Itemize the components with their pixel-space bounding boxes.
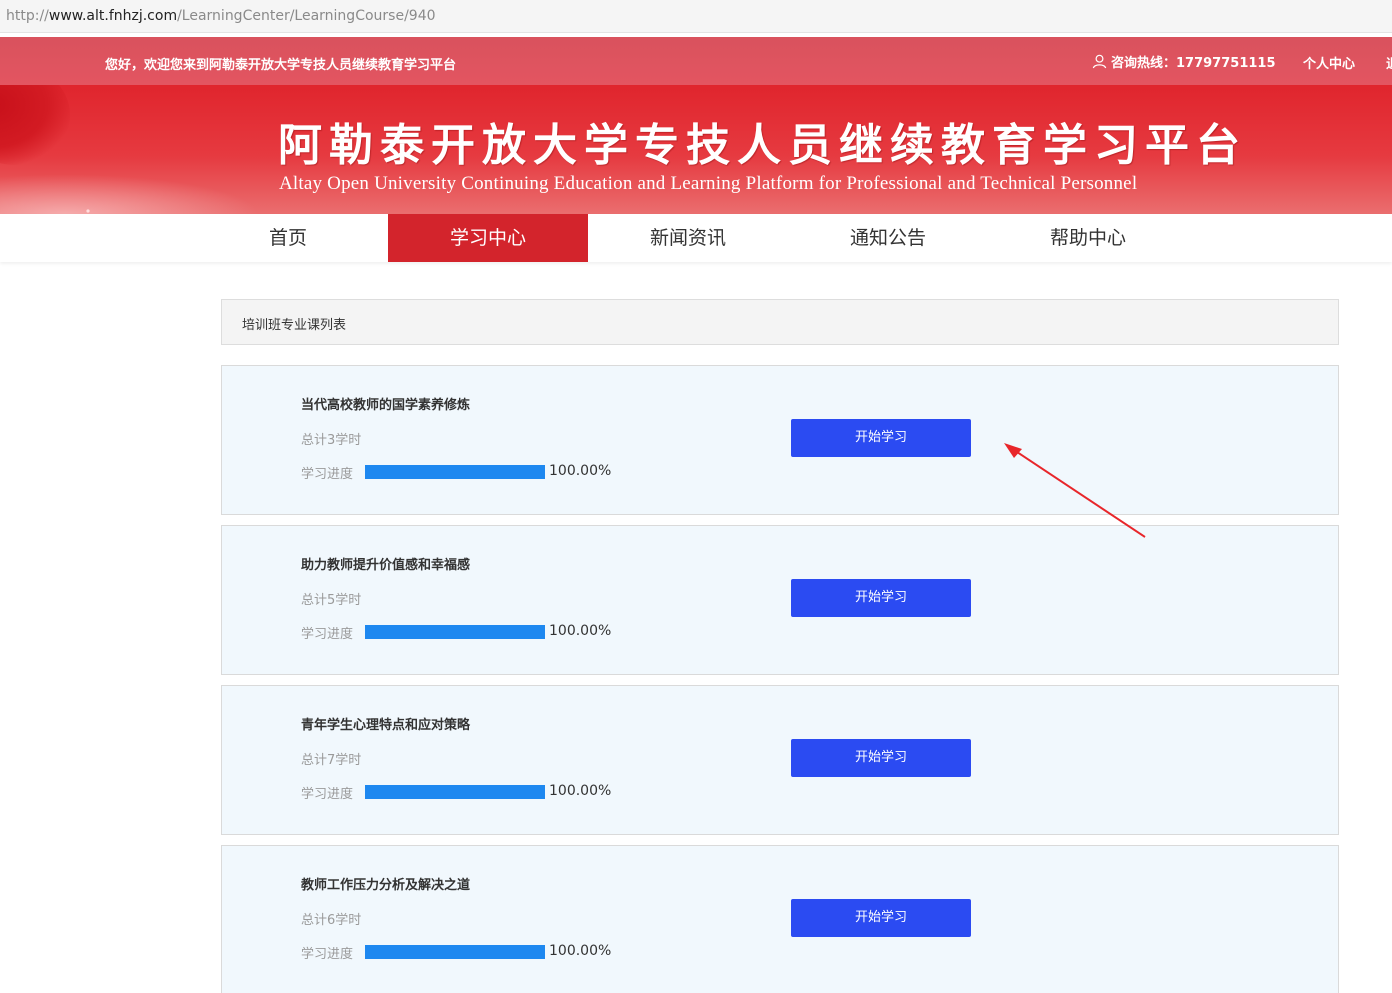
course-card: 青年学生心理特点和应对策略 总计7学时 学习进度 100.00% 开始学习 <box>221 685 1339 835</box>
url-scheme: http:// <box>6 8 49 24</box>
course-hours: 总计7学时 <box>301 753 362 768</box>
flag-decoration <box>0 85 70 165</box>
course-name: 教师工作压力分析及解决之道 <box>301 878 471 893</box>
progress-percent: 100.00% <box>549 943 612 959</box>
section-header: 培训班专业课列表 <box>221 299 1339 345</box>
nav-item-notices[interactable]: 通知公告 <box>788 214 988 262</box>
course-card: 教师工作压力分析及解决之道 总计6学时 学习进度 100.00% 开始学习 <box>221 845 1339 993</box>
start-learning-button[interactable]: 开始学习 <box>791 739 971 777</box>
small-star-icon <box>86 209 90 213</box>
course-hours: 总计6学时 <box>301 913 362 928</box>
progress-fill <box>365 465 545 479</box>
user-icon <box>1092 54 1107 69</box>
start-learning-button[interactable]: 开始学习 <box>791 579 971 617</box>
nav-item-news[interactable]: 新闻资讯 <box>588 214 788 262</box>
nav-item-home[interactable]: 首页 <box>188 214 388 262</box>
site-banner: 阿勒泰开放大学专技人员继续教育学习平台 Altay Open Universit… <box>0 85 1392 214</box>
progress-fill <box>365 945 545 959</box>
top-strip: 您好，欢迎您来到阿勒泰开放大学专技人员继续教育学习平台 咨询热线：1779775… <box>0 37 1392 85</box>
progress-fill <box>365 625 545 639</box>
progress-label: 学习进度 <box>301 947 354 962</box>
progress-label: 学习进度 <box>301 787 354 802</box>
course-name: 当代高校教师的国学素养修炼 <box>301 398 471 413</box>
progress-percent: 100.00% <box>549 783 612 799</box>
annotation-arrow-icon <box>1004 443 1146 538</box>
nav-item-help[interactable]: 帮助中心 <box>988 214 1188 262</box>
course-name: 青年学生心理特点和应对策略 <box>301 718 471 733</box>
hotline-text: 咨询热线：17797751115 <box>1111 56 1276 71</box>
progress-bar <box>365 945 545 959</box>
course-name: 助力教师提升价值感和幸福感 <box>301 558 471 573</box>
course-card: 助力教师提升价值感和幸福感 总计5学时 学习进度 100.00% 开始学习 <box>221 525 1339 675</box>
banner-title-en: Altay Open University Continuing Educati… <box>279 173 1138 194</box>
start-learning-button[interactable]: 开始学习 <box>791 419 971 457</box>
welcome-text: 您好，欢迎您来到阿勒泰开放大学专技人员继续教育学习平台 <box>105 58 457 73</box>
progress-bar <box>365 465 545 479</box>
progress-bar <box>365 785 545 799</box>
logout-link[interactable]: 退 <box>1386 53 1392 72</box>
progress-label: 学习进度 <box>301 467 354 482</box>
url-host: www.alt.fnhzj.com <box>48 8 178 24</box>
course-hours: 总计3学时 <box>301 433 362 448</box>
banner-glow <box>0 174 260 214</box>
nav-item-learning-center[interactable]: 学习中心 <box>388 214 588 262</box>
banner-title-cn: 阿勒泰开放大学专技人员继续教育学习平台 <box>278 120 1247 171</box>
progress-fill <box>365 785 545 799</box>
progress-percent: 100.00% <box>549 623 612 639</box>
hotline: 咨询热线：17797751115 <box>1092 52 1276 71</box>
main-nav: 首页 学习中心 新闻资讯 通知公告 帮助中心 <box>0 214 1392 262</box>
url-path: /LearningCenter/LearningCourse/940 <box>177 8 436 24</box>
course-hours: 总计5学时 <box>301 593 362 608</box>
personal-center-link[interactable]: 个人中心 <box>1303 53 1355 72</box>
progress-label: 学习进度 <box>301 627 354 642</box>
progress-percent: 100.00% <box>549 463 612 479</box>
course-card: 当代高校教师的国学素养修炼 总计3学时 学习进度 100.00% 开始学习 <box>221 365 1339 515</box>
progress-bar <box>365 625 545 639</box>
section-title: 培训班专业课列表 <box>242 318 347 333</box>
start-learning-button[interactable]: 开始学习 <box>791 899 971 937</box>
url-text[interactable]: http://www.alt.fnhzj.com/LearningCenter/… <box>6 8 436 24</box>
browser-url-bar[interactable]: http://www.alt.fnhzj.com/LearningCenter/… <box>0 0 1392 37</box>
